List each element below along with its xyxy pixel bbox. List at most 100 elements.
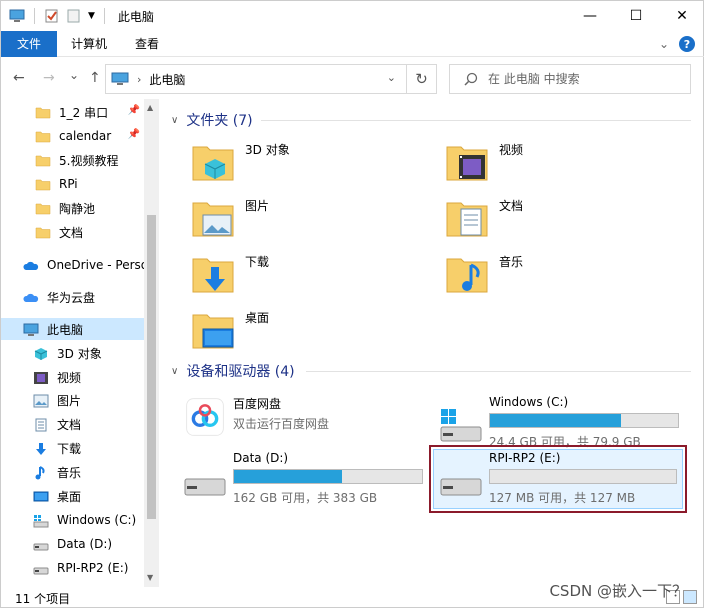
close-button[interactable]: ✕ [659, 1, 704, 31]
sidebar-item-label: 3D 对象 [57, 346, 102, 361]
windows-drive-icon [33, 513, 49, 528]
folder-item[interactable]: 文档 [443, 195, 693, 249]
sidebar-item[interactable]: 此电脑 [1, 318, 144, 340]
baidu-netdisk-icon [186, 398, 224, 436]
sidebar-item[interactable]: 桌面 [1, 485, 144, 507]
ribbon-tabs: 文件 计算机 查看 ⌄ ? [1, 30, 704, 57]
window-title: 此电脑 [117, 9, 154, 24]
drive-d-item[interactable]: Data (D:) 162 GB 可用，共 383 GB [175, 449, 433, 511]
up-button[interactable]: ↑ [89, 70, 101, 86]
devices-group-header[interactable]: ∨ 设备和驱动器 (4) [171, 360, 295, 382]
sidebar-item[interactable]: Windows (C:) [1, 509, 144, 531]
sidebar-item-label: 下载 [57, 441, 82, 456]
sidebar-item-label: calendar [59, 129, 112, 143]
sidebar-item-label: Data (D:) [57, 537, 113, 551]
video-icon [33, 370, 49, 384]
sidebar-item-label: 此电脑 [47, 322, 84, 337]
tab-file[interactable]: 文件 [1, 30, 57, 57]
folder-label: 视频 [499, 143, 524, 157]
recent-locations-button[interactable]: ⌄ [69, 68, 79, 82]
sidebar-item[interactable]: 文档 [1, 221, 144, 243]
sidebar-item[interactable]: 图片 [1, 389, 144, 411]
drive-icon [33, 561, 49, 575]
refresh-button[interactable]: ↻ [407, 64, 437, 94]
pc-icon [111, 72, 129, 85]
search-input[interactable] [488, 72, 668, 86]
folders-group-header[interactable]: ∨ 文件夹 (7) [171, 109, 253, 131]
scroll-up-icon[interactable]: ▲ [147, 103, 153, 112]
customize-toolbar-chevron-icon[interactable]: ▼ [88, 11, 95, 21]
folder-icon [35, 153, 51, 167]
address-dropdown-icon[interactable]: ⌄ [387, 71, 396, 84]
drive-usage-bar [233, 469, 423, 484]
forward-button[interactable]: → [43, 70, 55, 86]
windows-drive-icon [440, 409, 482, 442]
sidebar-item[interactable]: 5.视频教程 [1, 149, 144, 171]
3d-objects-icon [33, 346, 49, 360]
drive-name: Windows (C:) [489, 395, 569, 409]
sidebar-item-label: 文档 [57, 417, 82, 432]
properties-icon[interactable] [44, 9, 60, 23]
tab-computer[interactable]: 计算机 [57, 31, 121, 57]
sidebar-item-label: 文档 [59, 225, 84, 240]
folder-icon [35, 177, 51, 191]
sidebar-item[interactable]: calendar 📌 [1, 125, 144, 147]
folder-item[interactable]: 桌面 [189, 307, 439, 361]
pin-icon: 📌 [127, 105, 140, 116]
tab-view[interactable]: 查看 [121, 31, 173, 57]
sidebar-item-label: 华为云盘 [47, 290, 96, 305]
sidebar-item[interactable]: Data (D:) [1, 533, 144, 555]
help-button[interactable]: ? [679, 36, 695, 52]
sidebar-item[interactable]: 华为云盘 [1, 286, 144, 308]
address-bar[interactable]: › 此电脑 ⌄ [105, 64, 407, 94]
sidebar-item[interactable]: 陶静池 [1, 197, 144, 219]
sidebar-item[interactable]: 1_2 串口 📌 [1, 101, 144, 123]
sidebar-item[interactable]: 视频 [1, 366, 144, 388]
folder-item[interactable]: 图片 [189, 195, 439, 249]
folder-label: 下载 [245, 255, 270, 269]
maximize-button[interactable]: ☐ [613, 1, 659, 31]
sidebar-item[interactable]: 音乐 [1, 461, 144, 483]
folder-icon [35, 201, 51, 215]
breadcrumb[interactable]: 此电脑 [149, 71, 185, 88]
sidebar-item-label: 5.视频教程 [59, 153, 119, 168]
3d-objects-icon [189, 139, 237, 187]
watermark: CSDN @嵌入一下？ [549, 582, 687, 600]
sidebar-item-label: RPI-RP2 (E:) [57, 561, 129, 575]
minimize-button[interactable]: — [567, 1, 613, 31]
back-button[interactable]: ← [13, 70, 25, 86]
drive-usage-fill [234, 470, 343, 483]
pc-icon [23, 322, 39, 336]
chevron-down-icon[interactable]: ⌄ [659, 37, 669, 51]
folder-item[interactable]: 音乐 [443, 251, 693, 305]
sidebar-item[interactable]: RPI-RP2 (E:) [1, 557, 144, 579]
sidebar-item[interactable]: 3D 对象 [1, 342, 144, 364]
folder-item[interactable]: 下载 [189, 251, 439, 305]
sidebar-item[interactable]: 文档 [1, 413, 144, 435]
search-box[interactable] [449, 64, 691, 94]
drive-name: 百度网盘 [233, 397, 282, 411]
drive-usage-fill [490, 414, 621, 427]
folder-label: 图片 [245, 199, 270, 213]
folder-item[interactable]: 视频 [443, 139, 693, 193]
new-folder-icon[interactable] [66, 9, 82, 23]
file-explorer-window: ▼ 此电脑 — ☐ ✕ 文件 计算机 查看 ⌄ ? ← → ⌄ ↑ › 此电脑 … [0, 0, 704, 608]
breadcrumb-separator-icon[interactable]: › [137, 73, 141, 86]
pictures-icon [33, 393, 49, 408]
folder-label: 文档 [499, 199, 524, 213]
title-bar: ▼ 此电脑 — ☐ ✕ [1, 1, 704, 31]
pin-icon: 📌 [127, 129, 140, 140]
folder-label: 3D 对象 [245, 143, 290, 157]
sidebar-item[interactable]: OneDrive - Perso [1, 254, 144, 276]
sidebar-item[interactable]: RPi [1, 173, 144, 195]
collapse-icon[interactable]: ∨ [171, 115, 178, 126]
folder-item[interactable]: 3D 对象 [189, 139, 439, 193]
sidebar-item[interactable]: 下载 [1, 437, 144, 459]
sidebar-item-label: Windows (C:) [57, 513, 137, 527]
collapse-icon[interactable]: ∨ [171, 366, 178, 377]
baidu-netdisk-item[interactable]: 百度网盘 双击运行百度网盘 [175, 393, 433, 455]
drive-subtitle: 双击运行百度网盘 [233, 417, 330, 431]
scroll-down-icon[interactable]: ▼ [147, 573, 153, 582]
sidebar-scrollbar-thumb[interactable] [147, 215, 156, 519]
drive-e-item[interactable]: RPI-RP2 (E:) 127 MB 可用，共 127 MB [431, 449, 689, 511]
